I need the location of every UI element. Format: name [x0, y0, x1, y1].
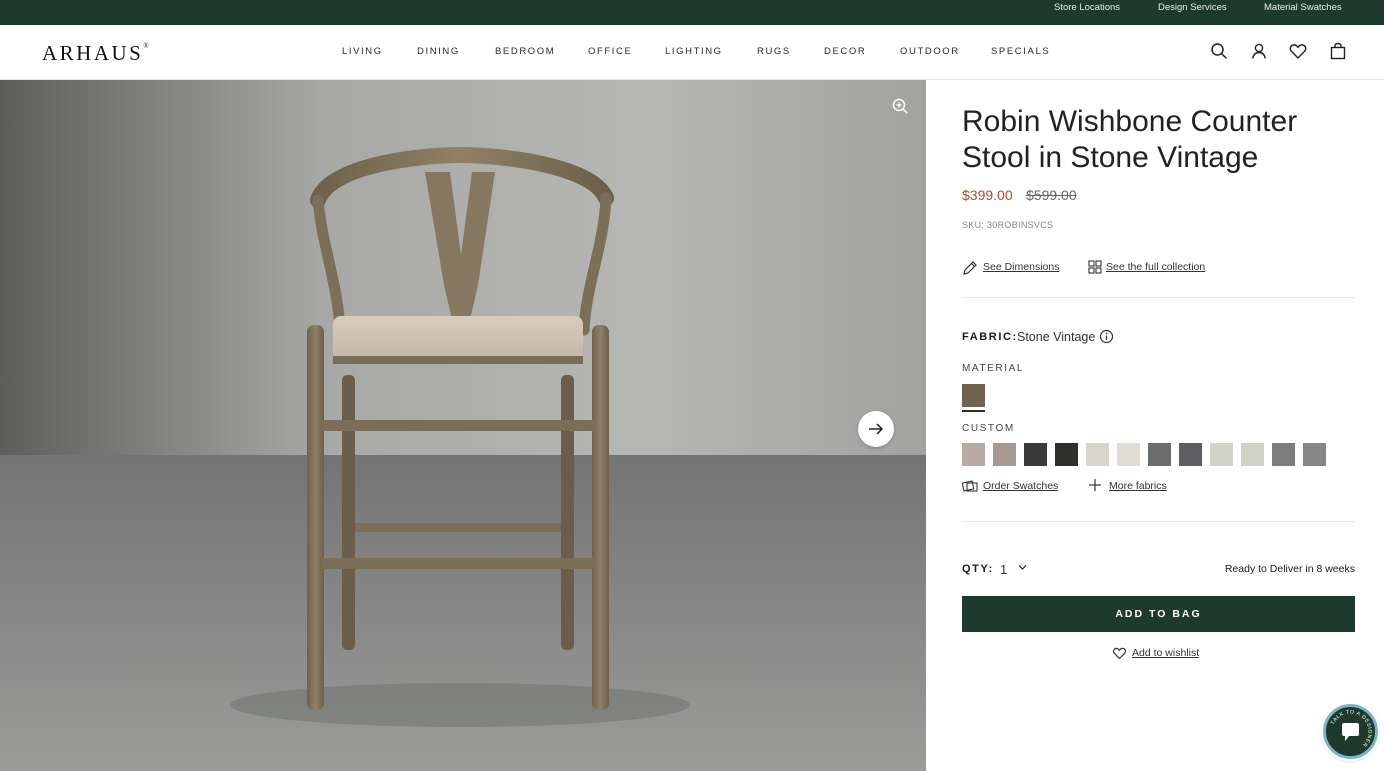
nav-item-lighting[interactable]: LIGHTING: [665, 46, 723, 57]
divider: [962, 297, 1355, 298]
qty-value: 1: [1000, 562, 1008, 577]
product-details-panel: Robin Wishbone Counter Stool in Stone Vi…: [926, 80, 1384, 771]
store-locations-link[interactable]: Store Locations: [1054, 2, 1120, 13]
material-label: MATERIAL: [962, 363, 1025, 374]
zoom-icon[interactable]: [891, 97, 909, 115]
nav-item-specials[interactable]: SPECIALS: [991, 46, 1050, 57]
custom-swatch[interactable]: [1024, 443, 1047, 466]
custom-swatch[interactable]: [1210, 443, 1233, 466]
utility-bar: Store Locations Design Services Material…: [0, 0, 1384, 25]
custom-label: CUSTOM: [962, 423, 1015, 434]
custom-swatch[interactable]: [1303, 443, 1326, 466]
wishlist-heart-icon[interactable]: [1288, 41, 1308, 61]
order-swatches-link[interactable]: Order Swatches: [983, 480, 1058, 492]
see-full-collection-link[interactable]: See the full collection: [1106, 261, 1205, 273]
product-title: Robin Wishbone Counter Stool in Stone Vi…: [962, 105, 1298, 174]
account-icon[interactable]: [1249, 41, 1269, 61]
chat-bubble-icon: [1342, 723, 1359, 741]
add-to-bag-button[interactable]: ADD TO BAG: [962, 596, 1355, 632]
material-swatches-link[interactable]: Material Swatches: [1264, 2, 1342, 13]
custom-swatch[interactable]: [1086, 443, 1109, 466]
delivery-estimate: Ready to Deliver in 8 weeks: [1224, 563, 1355, 575]
grid-icon: [1088, 260, 1102, 274]
custom-swatch[interactable]: [1272, 443, 1295, 466]
fabric-value: Stone Vintage: [1017, 330, 1096, 344]
material-swatch-stone-vintage[interactable]: [962, 384, 985, 412]
see-dimensions-link[interactable]: See Dimensions: [983, 261, 1059, 273]
nav-item-dining[interactable]: DINING: [417, 46, 460, 57]
nav-item-outdoor[interactable]: OUTDOOR: [900, 46, 960, 57]
product-image[interactable]: [0, 80, 926, 771]
nav-item-decor[interactable]: DECOR: [824, 46, 866, 57]
swatch-cards-icon: [961, 479, 978, 493]
custom-swatch[interactable]: [993, 443, 1016, 466]
chevron-down-icon: [1018, 565, 1027, 570]
more-fabrics-link[interactable]: More fabrics: [1109, 480, 1167, 492]
custom-swatch[interactable]: [1055, 443, 1078, 466]
plus-icon: [1088, 478, 1102, 492]
logo-registered-mark: ®: [143, 42, 149, 50]
ruler-pencil-icon: [962, 260, 978, 276]
nav-item-bedroom[interactable]: BEDROOM: [495, 46, 555, 57]
logo-text: ARHAUS: [42, 41, 144, 65]
site-header: ARHAUS® LIVING DINING BEDROOM OFFICE LIG…: [0, 25, 1384, 80]
qty-select[interactable]: 1: [996, 558, 1032, 578]
product-sku: SKU: 30ROBINSVCS: [962, 220, 1054, 230]
nav-item-living[interactable]: LIVING: [342, 46, 383, 57]
divider: [962, 521, 1355, 522]
original-price: $599.00: [1026, 187, 1077, 203]
custom-swatch[interactable]: [962, 443, 985, 466]
sale-price: $399.00: [962, 187, 1013, 203]
talk-to-designer-button[interactable]: TALK TO A DESIGNER: [1323, 704, 1378, 759]
shopping-bag-icon[interactable]: [1328, 41, 1348, 61]
info-icon[interactable]: [1099, 329, 1114, 344]
custom-swatch[interactable]: [1117, 443, 1140, 466]
nav-item-rugs[interactable]: RUGS: [757, 46, 791, 57]
custom-swatch[interactable]: [1241, 443, 1264, 466]
design-services-link[interactable]: Design Services: [1158, 2, 1227, 13]
qty-label: QTY:: [962, 563, 994, 575]
arhaus-logo[interactable]: ARHAUS®: [42, 41, 149, 66]
heart-icon: [1112, 646, 1127, 660]
nav-item-office[interactable]: OFFICE: [588, 46, 632, 57]
next-image-button[interactable]: [858, 411, 894, 447]
custom-swatch[interactable]: [1179, 443, 1202, 466]
search-icon[interactable]: [1209, 41, 1229, 61]
arrow-right-icon: [869, 423, 884, 435]
add-to-wishlist-link[interactable]: Add to wishlist: [1132, 647, 1199, 659]
counter-stool-photo: [0, 80, 926, 771]
custom-swatch[interactable]: [1148, 443, 1171, 466]
fabric-label: FABRIC:: [962, 331, 1018, 343]
